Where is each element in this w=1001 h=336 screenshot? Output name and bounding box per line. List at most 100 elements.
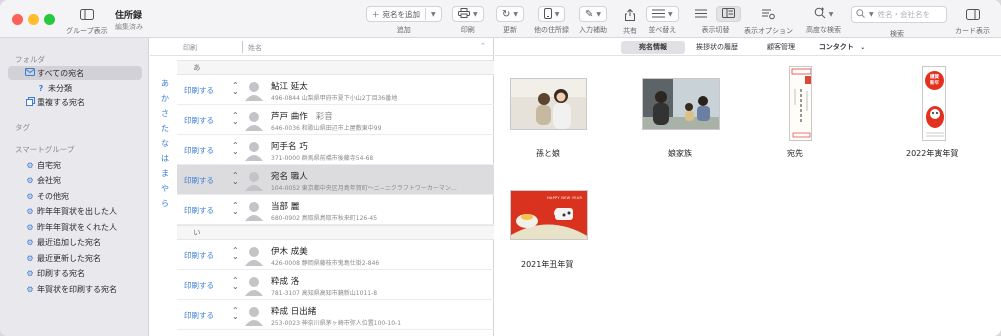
advanced-search-button[interactable]: ▼ 高度な検索 <box>806 6 841 35</box>
index-letter[interactable]: た <box>159 123 171 138</box>
sidebar-item-smart-group[interactable]: ⚙ 印刷する宛名 <box>8 267 142 281</box>
thumbnail-daughter-family[interactable] <box>642 78 720 130</box>
print-toggle[interactable]: 印刷する <box>184 115 214 126</box>
question-icon: ? <box>38 83 44 93</box>
avatar <box>243 199 265 221</box>
updown-icon[interactable]: ⌃ ⌄ <box>232 277 239 291</box>
chevron-down-icon: ▼ <box>869 11 874 18</box>
gear-icon: ⚙ <box>26 253 34 263</box>
print-toggle[interactable]: 印刷する <box>184 205 214 216</box>
tab-greeting-history[interactable]: 挨拶状の履歴 <box>689 41 745 54</box>
sidebar-item-smart-group[interactable]: ⚙ 年賀状を印刷する宛名 <box>8 282 142 296</box>
detail-tabs: 宛名情報 挨拶状の履歴 顧客管理 コンタクト ⌄ <box>495 38 1001 56</box>
index-letter[interactable]: ら <box>159 198 171 213</box>
thumbnail-address-card[interactable] <box>789 66 812 141</box>
updown-icon[interactable]: ⌃ ⌄ <box>232 202 239 216</box>
print-toggle[interactable]: 印刷する <box>184 175 214 186</box>
avatar <box>243 304 265 326</box>
tab-contact[interactable]: コンタクト ⌄ <box>813 41 871 54</box>
sidebar-item-smart-group[interactable]: ⚙ その他宛 <box>8 189 142 203</box>
list-row[interactable]: 印刷する ⌃ ⌄ 芦戸 曲作 彩音 646-0036 和歌山県田辺市上屋敷東中99 <box>177 105 494 135</box>
list-row[interactable]: 印刷する ⌃ ⌄ 阿手名 巧 371-0000 群馬県前橋市後藤寺54-68 <box>177 135 494 165</box>
detail-pane: 宛名情報 挨拶状の履歴 顧客管理 コンタクト ⌄ 孫と娘 娘家族 宛先 謹賀 新… <box>495 38 1001 336</box>
close-window-button[interactable] <box>12 14 23 25</box>
index-letter[interactable]: ま <box>159 168 171 183</box>
list-row[interactable]: 印刷する ⌃ ⌄ 宛名 職人 104-0052 東京都中央区月島年賀町〜ニ−ニクラフトワ… <box>177 165 494 195</box>
app-window: グループ表示 住所録 編集済み ＋ 宛名を追加 ▼ 追加 ▼ 印刷 ↻ ▼ 更新… <box>0 0 1001 336</box>
zoom-plus-icon <box>814 7 826 21</box>
print-toggle[interactable]: 印刷する <box>184 310 214 321</box>
columns-icon <box>722 8 735 20</box>
gear-icon: ⚙ <box>26 284 34 294</box>
photo-icon <box>511 79 586 129</box>
index-letter[interactable]: は <box>159 153 171 168</box>
print-toggle[interactable]: 印刷する <box>184 280 214 291</box>
thumbnail-caption: 2022年寅年賀 <box>906 149 959 158</box>
list-view-button[interactable] <box>690 6 712 22</box>
chevron-up-icon[interactable]: ⌃ <box>480 42 486 50</box>
list-row[interactable]: 印刷する ⌃ ⌄ 当部 麗 680-0902 鳥取県鳥取市秋来町126-45 <box>177 195 494 225</box>
sidebar-item-smart-group[interactable]: ⚙ 最近更新した宛名 <box>8 251 142 265</box>
photo-icon <box>643 79 719 129</box>
share-button[interactable]: 共有 <box>623 6 637 36</box>
thumbnail-2022-new-year[interactable]: 謹賀 新年 <box>922 66 946 141</box>
search-placeholder: 姓名・会社名を <box>877 10 931 19</box>
sidebar-item-smart-group[interactable]: ⚙ 会社宛 <box>8 174 142 188</box>
list-row[interactable]: 印刷する ⌃ ⌄ 伊木 成美 426-0008 静岡県藤枝市鬼島仕掛2-846 <box>177 240 494 270</box>
updown-icon[interactable]: ⌃ ⌄ <box>232 112 239 126</box>
printer-icon <box>458 8 470 20</box>
gear-icon: ⚙ <box>26 238 34 247</box>
print-toggle[interactable]: 印刷する <box>184 250 214 261</box>
list-row[interactable]: 印刷する ⌃ ⌄ 粋成 洛 781-3107 高知県高知市鏡新山1011-8 <box>177 270 494 300</box>
group-view-button[interactable]: グループ表示 <box>66 6 108 36</box>
tab-recipient-info[interactable]: 宛名情報 <box>621 41 685 54</box>
refresh-icon: ↻ <box>502 8 511 20</box>
card-view-button[interactable]: カード表示 <box>955 6 990 36</box>
thumbnail-caption: 宛先 <box>787 149 803 158</box>
zoom-window-button[interactable] <box>44 14 55 25</box>
other-address-book-button[interactable]: ▼ 他の住所録 <box>534 6 569 35</box>
index-letter[interactable]: か <box>159 93 171 108</box>
avatar <box>243 139 265 161</box>
chevron-down-icon[interactable]: ▼ <box>431 11 436 18</box>
print-button[interactable]: ▼ 印刷 <box>452 6 484 35</box>
search-input[interactable]: ▼ 姓名・会社名を <box>851 6 947 23</box>
updown-icon[interactable]: ⌃ ⌄ <box>232 172 239 186</box>
tab-customer-management[interactable]: 顧客管理 <box>759 41 803 54</box>
print-toggle[interactable]: 印刷する <box>184 145 214 156</box>
index-letter[interactable]: さ <box>159 108 171 123</box>
sidebar-item-smart-group[interactable]: ⚙ 昨年年賀状を出した人 <box>8 205 142 219</box>
avatar <box>243 109 265 131</box>
view-options-button[interactable]: 表示オプション <box>744 6 793 36</box>
name-column-header[interactable]: 姓名 <box>248 43 262 53</box>
update-button[interactable]: ↻ ▼ 更新 <box>496 6 525 35</box>
updown-icon[interactable]: ⌃ ⌄ <box>232 142 239 156</box>
sidebar-item-smart-group[interactable]: ⚙ 昨年年賀状をくれた人 <box>8 220 142 234</box>
input-assist-button[interactable]: ✎ ▼ 入力補助 <box>579 6 608 35</box>
plus-icon: ＋ <box>372 9 380 19</box>
minimize-window-button[interactable] <box>28 14 39 25</box>
sidebar-item-uncategorized[interactable]: ? 未分類 <box>8 81 142 95</box>
index-letter[interactable]: あ <box>159 78 171 93</box>
index-letter[interactable]: な <box>159 138 171 153</box>
recipient-name: 鮎江 延太 <box>271 82 308 92</box>
sidebar-item-duplicates[interactable]: 重複する宛名 <box>8 95 142 109</box>
sidebar-item-smart-group[interactable]: ⚙ 自宅宛 <box>8 158 142 172</box>
add-recipient-button[interactable]: ＋ 宛名を追加 ▼ <box>366 6 442 22</box>
updown-icon[interactable]: ⌃ ⌄ <box>232 307 239 321</box>
sidebar-item-smart-group[interactable]: ⚙ 最近追加した宛名 <box>8 236 142 250</box>
list-row[interactable]: 印刷する ⌃ ⌄ 鮎江 延太 496-0844 山梨県甲府市夏下小山2丁目36番地 <box>177 75 494 105</box>
sort-button[interactable]: ▼ 並べ替え <box>646 6 679 35</box>
thumbnail-grandchild-daughter[interactable] <box>510 78 587 130</box>
updown-icon[interactable]: ⌃ ⌄ <box>232 82 239 96</box>
recipient-address: 104-0052 東京都中央区月島年賀町〜ニ−ニクラフトワーカーマン… <box>271 185 457 192</box>
print-toggle[interactable]: 印刷する <box>184 85 214 96</box>
thumbnail-2021-new-year[interactable]: HAPPY NEW YEAR <box>510 190 588 240</box>
print-column-header[interactable]: 印刷 <box>183 43 197 53</box>
updown-icon[interactable]: ⌃ ⌄ <box>232 247 239 261</box>
index-letter[interactable]: や <box>159 183 171 198</box>
detail-view-button[interactable] <box>716 6 741 22</box>
list-row[interactable]: 印刷する ⌃ ⌄ 粋成 日出緒 253-0023 神奈川県茅ヶ崎市弥人位置100-10-… <box>177 300 494 330</box>
sidebar-item-all-recipients[interactable]: すべての宛名 <box>8 66 142 80</box>
avatar <box>243 169 265 191</box>
